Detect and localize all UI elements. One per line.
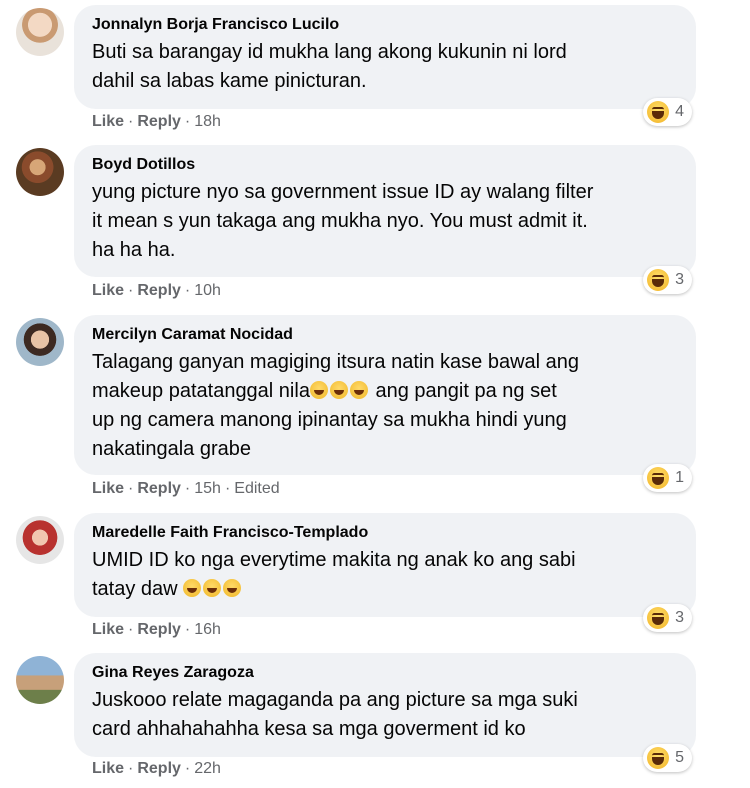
comment-time[interactable]: 22h xyxy=(194,760,221,778)
comment-text: Talagang ganyan magiging itsura natin ka… xyxy=(92,348,680,464)
reply-link[interactable]: Reply xyxy=(137,621,181,639)
haha-icon xyxy=(647,269,670,291)
avatar[interactable] xyxy=(16,318,64,366)
reply-link[interactable]: Reply xyxy=(137,282,181,300)
rofl-emoji-icon xyxy=(203,579,222,597)
haha-icon xyxy=(647,747,670,769)
separator: · xyxy=(128,480,134,497)
separator: · xyxy=(184,282,191,299)
reaction-badge[interactable]: 4 xyxy=(643,98,692,126)
comment-author[interactable]: Gina Reyes Zaragoza xyxy=(92,663,680,683)
edited-label[interactable]: Edited xyxy=(234,480,279,498)
avatar[interactable] xyxy=(16,656,64,704)
reaction-count: 1 xyxy=(675,469,684,486)
comment-text: yung picture nyo sa government issue ID … xyxy=(92,181,594,261)
comment-time[interactable]: 18h xyxy=(194,113,221,131)
haha-icon xyxy=(647,607,670,629)
separator: · xyxy=(184,113,191,130)
comment-actions: Like · Reply · 16h xyxy=(92,621,221,639)
like-link[interactable]: Like xyxy=(92,480,124,498)
separator: · xyxy=(184,480,191,497)
comment-bubble: Boyd Dotillos yung picture nyo sa govern… xyxy=(74,145,696,277)
reaction-count: 3 xyxy=(675,609,684,626)
comment-actions: Like · Reply · 18h xyxy=(92,113,221,131)
rofl-emoji-icon xyxy=(309,381,328,399)
comment-time[interactable]: 16h xyxy=(194,621,221,639)
comment-actions: Like · Reply · 15h · Edited xyxy=(92,480,280,498)
reply-link[interactable]: Reply xyxy=(137,760,181,778)
comment-author[interactable]: Maredelle Faith Francisco-Templado xyxy=(92,523,680,543)
comment-bubble: Mercilyn Caramat Nocidad Talagang ganyan… xyxy=(74,315,696,475)
separator: · xyxy=(184,760,191,777)
comment-actions: Like · Reply · 22h xyxy=(92,760,221,778)
comment-text: Buti sa barangay id mukha lang akong kuk… xyxy=(92,41,567,92)
avatar[interactable] xyxy=(16,516,64,564)
separator: · xyxy=(184,621,191,638)
comment-text: Juskooo relate magaganda pa ang picture … xyxy=(92,689,578,740)
like-link[interactable]: Like xyxy=(92,621,124,639)
rofl-emoji-icon xyxy=(349,381,368,399)
separator: · xyxy=(224,480,231,497)
reaction-count: 4 xyxy=(675,103,684,120)
separator: · xyxy=(128,621,134,638)
comment-author[interactable]: Boyd Dotillos xyxy=(92,155,680,175)
separator: · xyxy=(128,282,134,299)
comment-bubble: Maredelle Faith Francisco-Templado UMID … xyxy=(74,513,696,617)
rofl-emoji-icon xyxy=(223,579,242,597)
reaction-badge[interactable]: 5 xyxy=(643,744,692,772)
comment-text-part: UMID ID ko nga everytime makita ng anak … xyxy=(92,549,576,600)
reaction-badge[interactable]: 1 xyxy=(643,464,692,492)
avatar[interactable] xyxy=(16,8,64,56)
avatar[interactable] xyxy=(16,148,64,196)
reaction-count: 3 xyxy=(675,271,684,288)
separator: · xyxy=(128,113,134,130)
like-link[interactable]: Like xyxy=(92,282,124,300)
like-link[interactable]: Like xyxy=(92,113,124,131)
comment-text: UMID ID ko nga everytime makita ng anak … xyxy=(92,546,680,604)
rofl-emoji-icon xyxy=(183,579,202,597)
reaction-count: 5 xyxy=(675,749,684,766)
rofl-emoji-icon xyxy=(329,381,348,399)
comment-actions: Like · Reply · 10h xyxy=(92,282,221,300)
comment-bubble: Jonnalyn Borja Francisco Lucilo Buti sa … xyxy=(74,5,696,109)
haha-icon xyxy=(647,101,670,123)
separator: · xyxy=(128,760,134,777)
reply-link[interactable]: Reply xyxy=(137,480,181,498)
comment-time[interactable]: 15h xyxy=(194,480,221,498)
haha-icon xyxy=(647,467,670,489)
reaction-badge[interactable]: 3 xyxy=(643,266,692,294)
comment-time[interactable]: 10h xyxy=(194,282,221,300)
reply-link[interactable]: Reply xyxy=(137,113,181,131)
comment-author[interactable]: Jonnalyn Borja Francisco Lucilo xyxy=(92,15,680,35)
like-link[interactable]: Like xyxy=(92,760,124,778)
comment-bubble: Gina Reyes Zaragoza Juskooo relate magag… xyxy=(74,653,696,757)
reaction-badge[interactable]: 3 xyxy=(643,604,692,632)
comment-author[interactable]: Mercilyn Caramat Nocidad xyxy=(92,325,680,345)
